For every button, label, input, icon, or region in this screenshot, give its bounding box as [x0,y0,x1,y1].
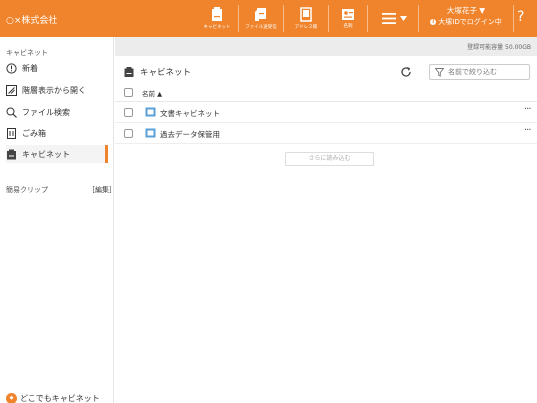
nav-divider [418,5,419,32]
nav-divider [367,5,368,32]
nav-file-transfer-button[interactable]: ファイル送受信 [239,0,283,37]
nav-address-book-label: アドレス帳 [294,25,318,30]
folder-icon [145,128,156,138]
load-more-button[interactable]: さらに読み込む [285,152,374,166]
nav-address-book-button[interactable]: アドレス帳 [284,0,328,37]
clip-section-title: 簡易クリップ [6,186,48,194]
sidebar-item-cabinet[interactable]: キャビネット [6,145,108,163]
current-location: キャビネット [124,66,191,78]
address-book-icon [300,7,312,22]
nav-file-transfer-label: ファイル送受信 [245,25,277,30]
sidebar-item-tree-view[interactable]: 階層表示から開く [6,81,108,99]
main-menu-button[interactable] [373,0,415,37]
caret-down-icon [399,16,407,21]
folder-icon [145,107,156,117]
capacity-text: 登録可能容量 50.00GB [467,44,531,51]
list-header: 名前 ▲ [115,84,537,102]
sidebar-item-trash[interactable]: ごみ箱 [6,124,108,142]
table-row[interactable]: 文書キャビネット ··· [115,103,537,123]
id-badge-icon: i [430,19,437,25]
row-name: 文書キャビネット [160,109,220,118]
nav-business-card-label: 名刺 [343,24,353,29]
nav-cabinet-label: キャビネット [203,25,231,30]
sidebar-item-label: ファイル検索 [22,107,70,117]
sidebar-item-new[interactable]: 新着 [6,59,108,77]
sidebar-item-label: 新着 [22,63,38,73]
company-name: ○×株式会社 [6,16,58,26]
row-checkbox[interactable] [124,129,133,138]
tree-view-icon [6,84,17,96]
hamburger-menu-icon [381,13,396,24]
trash-icon [7,127,16,139]
refresh-icon[interactable] [400,66,412,78]
sidebar-item-label: 階層表示から開く [22,85,86,95]
sidebar-section-title: キャビネット [6,49,48,57]
row-more-button[interactable]: ··· [524,125,531,136]
filter-name-input[interactable] [448,68,528,76]
user-menu[interactable]: 大塚花子 ▼ i 大塚IDでログイン中 [420,5,512,33]
row-checkbox[interactable] [124,108,133,117]
file-transfer-icon [255,8,266,21]
nav-divider [513,5,514,32]
filter-box [429,64,530,80]
cabinet-icon [7,149,16,159]
sort-name-header[interactable]: 名前 ▲ [142,88,162,98]
filter-icon [435,67,444,77]
nav-cabinet-button[interactable]: キャビネット [196,0,238,37]
capacity-bar: 登録可能容量 50.00GB [115,37,537,56]
login-status: i 大塚IDでログイン中 [420,17,512,27]
app-header: ○×株式会社 キャビネット ファイル送受信 アドレス帳 名刺 大塚花子 ▼ i … [0,0,537,37]
info-circle-icon [6,62,17,74]
nav-business-card-button[interactable]: 名刺 [329,0,367,37]
select-all-checkbox[interactable] [124,88,133,97]
sidebar: キャビネット 新着 階層表示から開く ファイル検索 ごみ箱 キャビネット 簡易ク… [0,37,116,403]
anywhere-cabinet-icon: ◆ [6,393,17,403]
cabinet-icon [212,7,222,21]
sidebar-item-file-search[interactable]: ファイル検索 [6,103,108,121]
row-more-button[interactable]: ··· [524,104,531,115]
sidebar-item-label: ごみ箱 [22,128,46,138]
search-icon [6,107,17,118]
login-status-text: 大塚IDでログイン中 [438,18,502,26]
business-card-icon [342,9,354,20]
anywhere-cabinet-link[interactable]: ◆ どこでもキャビネット [6,393,100,403]
location-label: キャビネット [140,68,192,78]
user-name: 大塚花子 ▼ [446,6,486,15]
help-button[interactable]: ? [517,9,524,25]
cabinet-icon [124,67,134,77]
clip-edit-link[interactable]: ［編集］ [88,185,116,195]
table-row[interactable]: 過去データ保管用 ··· [115,124,537,144]
anywhere-cabinet-label: どこでもキャビネット [20,394,100,403]
sidebar-item-label: キャビネット [22,149,70,159]
row-name: 過去データ保管用 [160,130,220,139]
